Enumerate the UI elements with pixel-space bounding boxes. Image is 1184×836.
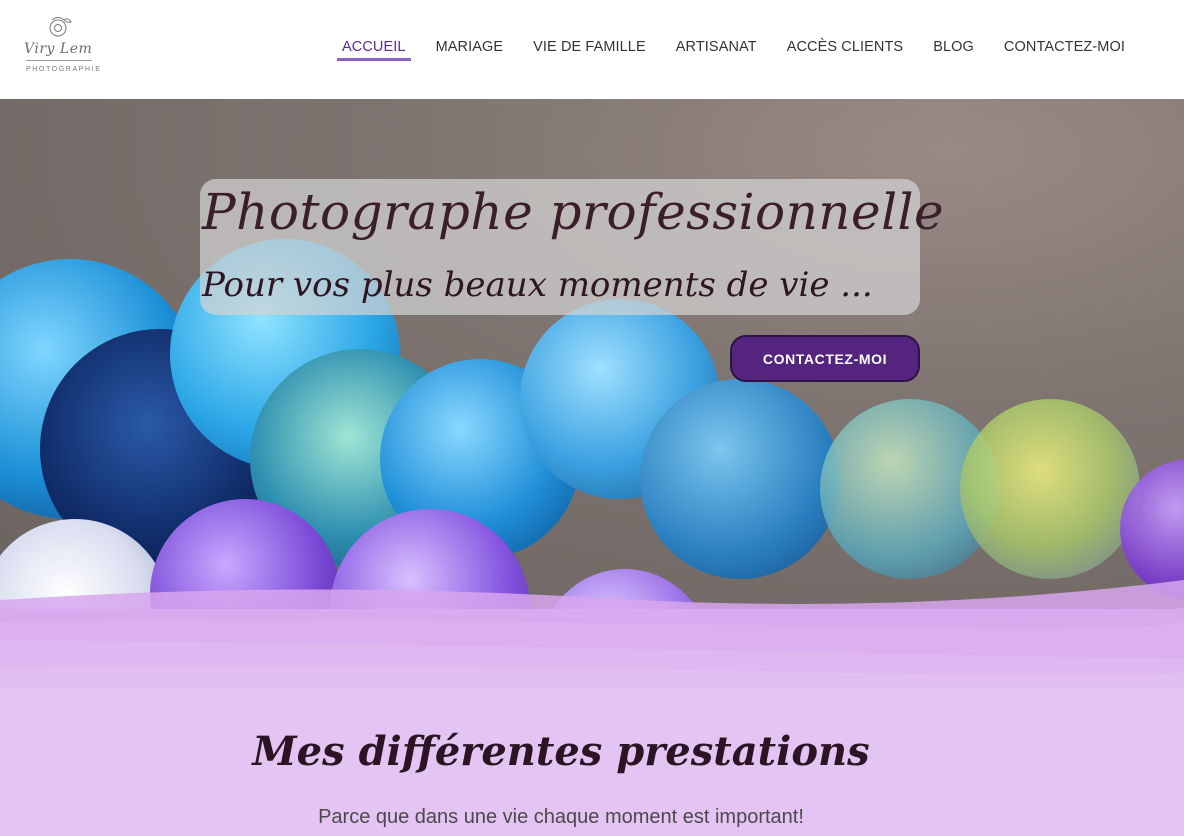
nav-item-contactez-moi[interactable]: CONTACTEZ-MOI <box>999 39 1130 61</box>
logo-script-text: Viry Lem <box>24 41 93 57</box>
logo-subtitle: PHOTOGRAPHIE <box>26 66 102 73</box>
site-logo[interactable]: Viry Lem PHOTOGRAPHIE <box>22 14 100 80</box>
services-section: Mes différentes prestations Parce que da… <box>0 700 1184 836</box>
logo-divider <box>26 60 92 61</box>
hero-title: Photographe professionnelle <box>202 183 945 241</box>
nav-item-vie-de-famille[interactable]: VIE DE FAMILLE <box>528 39 651 61</box>
site-header: Viry Lem PHOTOGRAPHIE ACCUEIL MARIAGE VI… <box>0 0 1184 99</box>
hero-banner: Photographe professionnelle Pour vos plu… <box>0 99 1184 609</box>
nav-item-mariage[interactable]: MARIAGE <box>431 39 509 61</box>
wave-divider <box>0 580 1184 705</box>
main-nav: ACCUEIL MARIAGE VIE DE FAMILLE ARTISANAT… <box>337 39 1150 61</box>
nav-item-blog[interactable]: BLOG <box>928 39 979 61</box>
services-subtitle: Parce que dans une vie chaque moment est… <box>318 806 804 828</box>
camera-flower-icon <box>49 17 72 37</box>
nav-item-accueil[interactable]: ACCUEIL <box>337 39 411 61</box>
contact-cta-button[interactable]: CONTACTEZ-MOI <box>730 335 920 382</box>
hero-subtitle: Pour vos plus beaux moments de vie ... <box>202 265 873 305</box>
services-title: Mes différentes prestations <box>252 728 870 775</box>
nav-item-acces-clients[interactable]: ACCÈS CLIENTS <box>782 39 909 61</box>
nav-item-artisanat[interactable]: ARTISANAT <box>671 39 762 61</box>
